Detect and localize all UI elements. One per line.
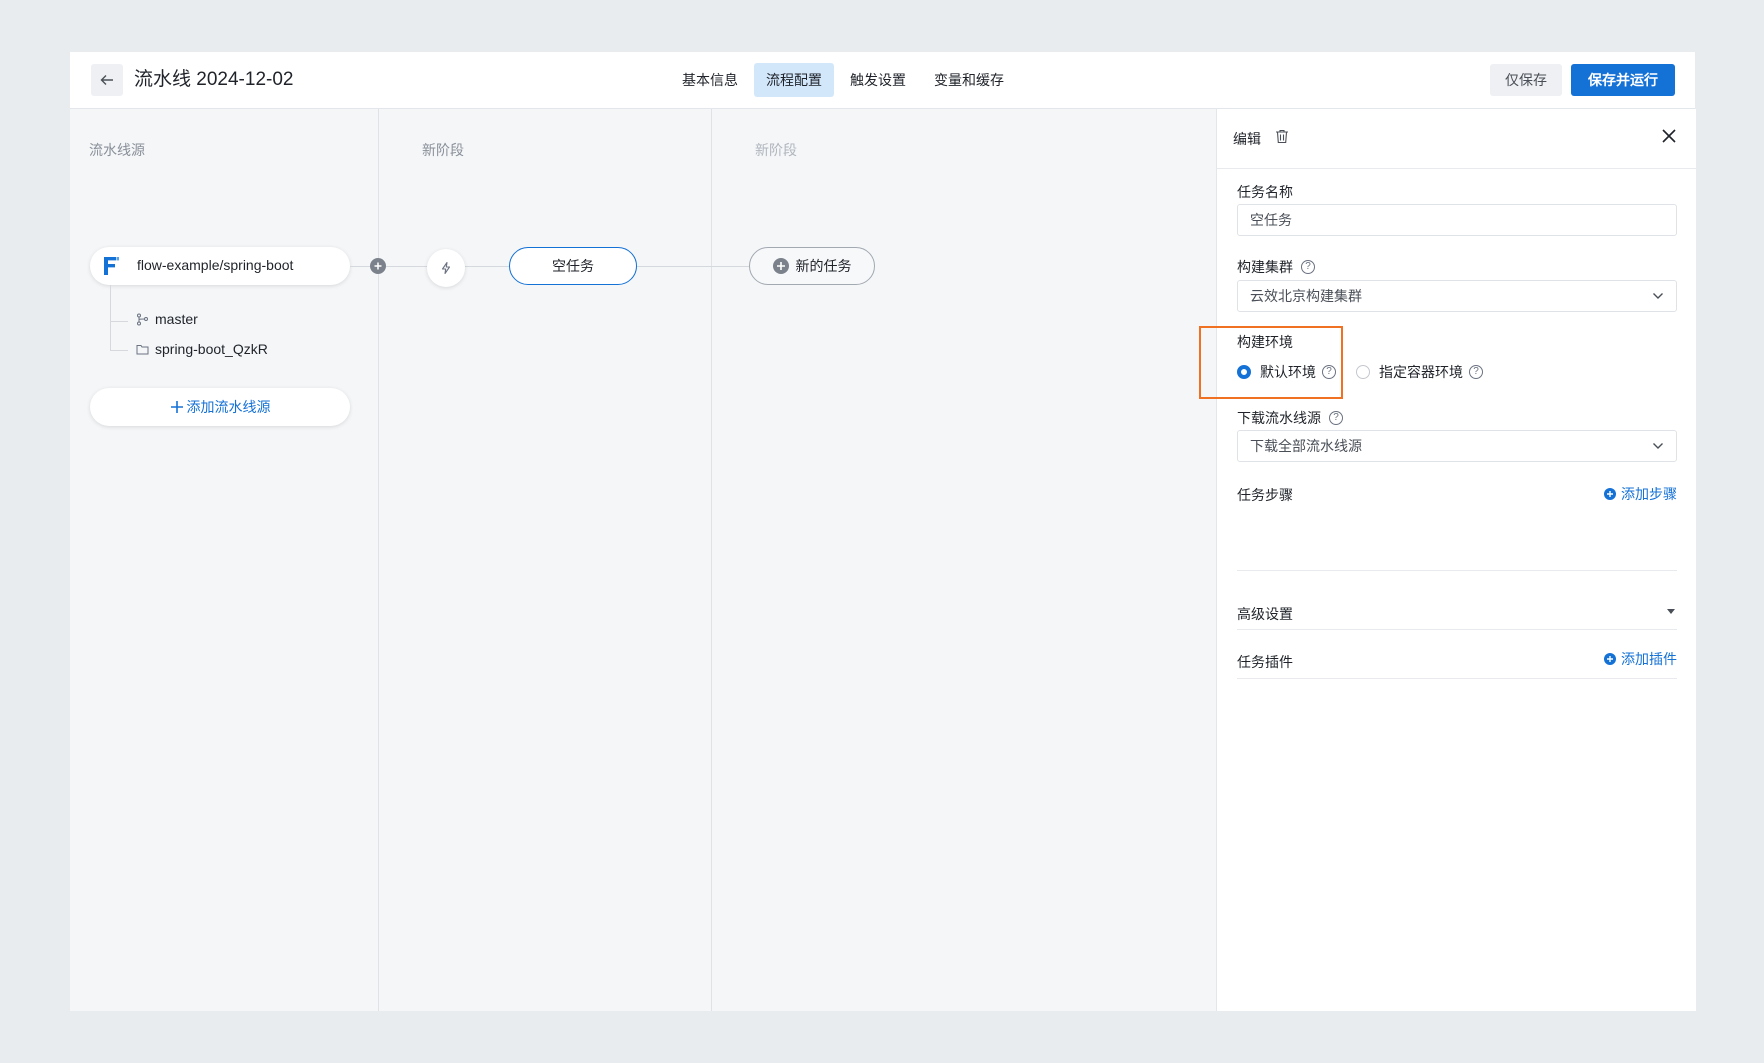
workdir-name: spring-boot_QzkR bbox=[155, 341, 268, 357]
new-task-button[interactable]: 新的任务 bbox=[749, 247, 875, 285]
lightning-icon bbox=[441, 261, 451, 275]
chevron-down-icon bbox=[1653, 293, 1663, 299]
download-label: 下载流水线源 ? bbox=[1237, 408, 1343, 428]
tab-basic-info[interactable]: 基本信息 bbox=[670, 63, 750, 97]
task-name-value: 空任务 bbox=[1250, 212, 1292, 228]
branch-name: master bbox=[155, 311, 198, 327]
connector-line bbox=[350, 266, 370, 267]
source-workdir: spring-boot_QzkR bbox=[136, 341, 268, 357]
tree-connector bbox=[110, 350, 128, 351]
advanced-settings-label[interactable]: 高级设置 bbox=[1237, 604, 1293, 624]
container-env-label: 指定容器环境 bbox=[1379, 364, 1463, 380]
add-step-label: 添加步骤 bbox=[1621, 486, 1677, 502]
add-plugin-link[interactable]: 添加插件 bbox=[1604, 649, 1677, 669]
task-edit-panel: 编辑 任务名称 空任务 构建集群 ? 云效北京构建集群 构建环境 默认环境 ? … bbox=[1216, 109, 1696, 1011]
task-name-label: 任务名称 bbox=[1237, 182, 1293, 202]
pipeline-editor: 流水线 2024-12-02 基本信息 流程配置 触发设置 变量和缓存 仅保存 … bbox=[70, 52, 1696, 1011]
header-tabs: 基本信息 流程配置 触发设置 变量和缓存 bbox=[670, 63, 1016, 97]
folder-icon bbox=[136, 344, 149, 354]
column-divider bbox=[378, 109, 379, 1011]
tree-connector bbox=[110, 285, 111, 351]
tree-connector bbox=[110, 321, 128, 322]
environment-highlight-box bbox=[1199, 326, 1343, 399]
flow-logo-icon bbox=[104, 257, 119, 275]
help-icon[interactable]: ? bbox=[1469, 365, 1483, 379]
task-name-label-text: 任务名称 bbox=[1237, 184, 1293, 200]
divider bbox=[1237, 629, 1677, 630]
new-task-label: 新的任务 bbox=[795, 258, 852, 274]
radio-container-env[interactable] bbox=[1356, 365, 1370, 379]
save-only-button[interactable]: 仅保存 bbox=[1490, 64, 1562, 96]
task-name-input[interactable]: 空任务 bbox=[1237, 204, 1677, 236]
caret-down-icon[interactable] bbox=[1667, 609, 1675, 614]
add-source-label: 添加流水线源 bbox=[186, 399, 271, 415]
tab-flow-config[interactable]: 流程配置 bbox=[754, 63, 834, 97]
save-and-run-button[interactable]: 保存并运行 bbox=[1571, 64, 1675, 96]
back-button[interactable] bbox=[91, 64, 123, 96]
plus-circle-icon bbox=[772, 258, 789, 274]
cluster-value: 云效北京构建集群 bbox=[1250, 288, 1362, 304]
plugins-label: 任务插件 bbox=[1237, 654, 1293, 670]
panel-title: 编辑 bbox=[1233, 131, 1261, 147]
steps-label: 任务步骤 bbox=[1237, 487, 1293, 503]
help-icon[interactable]: ? bbox=[1301, 260, 1315, 274]
divider bbox=[1237, 570, 1677, 571]
column-label-source: 流水线源 bbox=[89, 142, 145, 158]
download-value: 下载全部流水线源 bbox=[1250, 438, 1362, 454]
add-step-link[interactable]: 添加步骤 bbox=[1604, 484, 1677, 504]
source-branch: master bbox=[136, 311, 198, 327]
close-icon[interactable] bbox=[1660, 127, 1678, 145]
trigger-node[interactable] bbox=[427, 249, 465, 287]
trash-icon[interactable] bbox=[1275, 129, 1289, 144]
chevron-down-icon bbox=[1653, 443, 1663, 449]
page-title: 流水线 2024-12-02 bbox=[134, 69, 294, 90]
add-stage-button[interactable] bbox=[370, 258, 386, 274]
help-icon[interactable]: ? bbox=[1329, 411, 1343, 425]
pipeline-canvas: 流水线源 新阶段 新阶段 flow-example/spring-boot ma… bbox=[70, 109, 1215, 1011]
column-divider bbox=[711, 109, 712, 1011]
cluster-select[interactable]: 云效北京构建集群 bbox=[1237, 280, 1677, 312]
connector-line bbox=[465, 266, 509, 267]
divider bbox=[1237, 678, 1677, 679]
top-header: 流水线 2024-12-02 基本信息 流程配置 触发设置 变量和缓存 仅保存 … bbox=[70, 52, 1695, 109]
add-source-button[interactable]: 添加流水线源 bbox=[90, 388, 350, 426]
connector-line bbox=[637, 266, 749, 267]
column-label-stage: 新阶段 bbox=[422, 142, 464, 158]
cluster-label: 构建集群 ? bbox=[1237, 257, 1315, 277]
source-card[interactable]: flow-example/spring-boot bbox=[90, 247, 350, 285]
plus-icon bbox=[374, 262, 382, 270]
add-plugin-label: 添加插件 bbox=[1621, 651, 1677, 667]
download-select[interactable]: 下载全部流水线源 bbox=[1237, 430, 1677, 462]
empty-task-node[interactable]: 空任务 bbox=[509, 247, 637, 285]
branch-icon bbox=[137, 313, 148, 325]
tab-trigger-settings[interactable]: 触发设置 bbox=[838, 63, 918, 97]
plus-circle-icon bbox=[1604, 488, 1616, 500]
plus-circle-icon bbox=[1604, 653, 1616, 665]
connector-line bbox=[386, 266, 427, 267]
source-repo-name: flow-example/spring-boot bbox=[137, 257, 294, 273]
tab-variables-cache[interactable]: 变量和缓存 bbox=[922, 63, 1016, 97]
download-label-text: 下载流水线源 bbox=[1237, 410, 1321, 426]
plus-icon bbox=[170, 401, 183, 413]
arrow-left-icon bbox=[100, 75, 113, 85]
panel-header: 编辑 bbox=[1217, 109, 1696, 169]
column-label-stage: 新阶段 bbox=[755, 142, 797, 158]
cluster-label-text: 构建集群 bbox=[1237, 259, 1293, 275]
